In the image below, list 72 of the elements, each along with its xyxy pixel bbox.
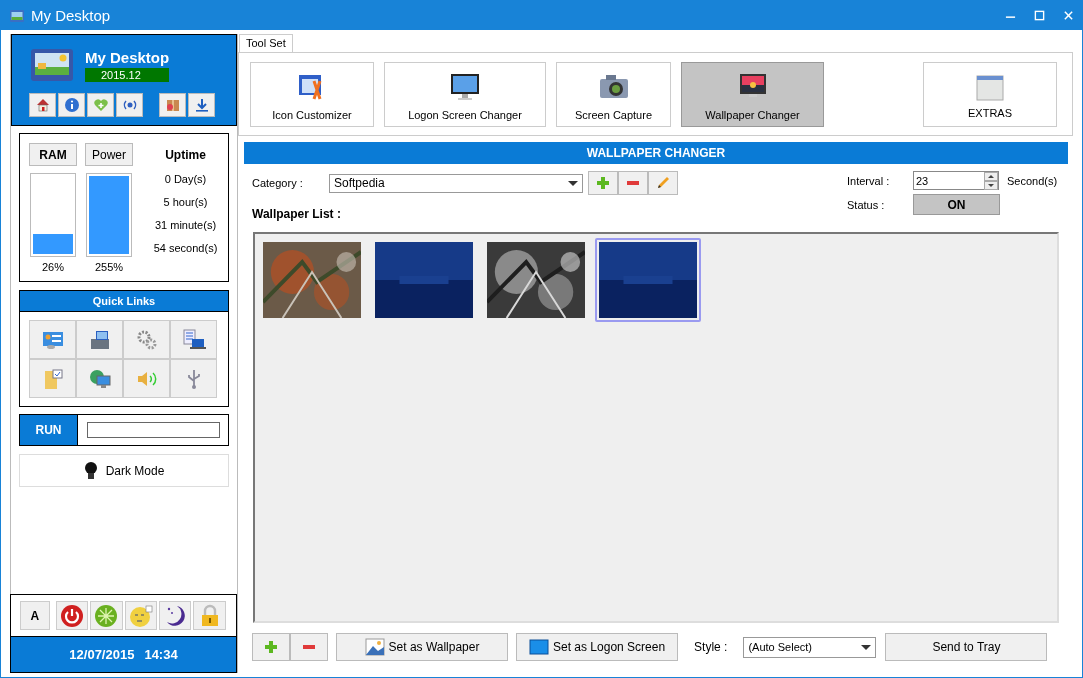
remove-wallpaper-button[interactable] [290,633,328,661]
window-icon [976,73,1004,101]
download-button[interactable] [188,93,215,117]
meter-button[interactable]: RAM [29,143,77,166]
remove-button[interactable] [618,171,648,195]
restart-button[interactable] [90,601,123,630]
status-toggle[interactable]: ON [913,194,1000,215]
tool-button[interactable]: Icon Customizer [250,61,374,127]
info-button[interactable] [58,93,85,117]
package-button[interactable] [159,93,186,117]
dark-mode-button[interactable]: Dark Mode [19,454,229,487]
task-list-computer-icon[interactable] [170,320,217,359]
plus-icon [263,639,279,655]
version-label: 2015.12 [85,67,170,82]
meter-button[interactable]: Power [85,143,133,166]
broadcast-button[interactable] [116,93,143,117]
category-dropdown[interactable]: Softpedia [329,173,583,193]
interval-label: Interval : [847,174,891,187]
window-title: My Desktop [31,7,111,24]
plus-icon [595,175,611,191]
monitor-icon [449,71,481,103]
home-button[interactable] [29,93,56,117]
tool-button[interactable]: Wallpaper Changer [681,61,824,127]
uptime-value: 5 hour(s) [163,196,208,208]
add-wallpaper-button[interactable] [252,633,290,661]
category-label: Category : [252,177,304,189]
date-label: 12/07/2015 [69,647,135,662]
pencil-icon [655,175,671,191]
action-button[interactable]: Set as Logon Screen [516,633,679,661]
power-button[interactable] [55,601,89,630]
style-dropdown[interactable]: (Auto Select) [743,636,877,658]
info-icon [63,97,80,113]
extras-button[interactable]: EXTRAS [923,61,1057,127]
image-icon [364,638,385,656]
light-bulb-icon [83,460,98,481]
quick-links-header: Quick Links [20,291,228,312]
download-icon [193,97,210,113]
usb-icon[interactable] [170,359,217,398]
close-icon[interactable] [1063,10,1074,21]
uptime-value: 31 minute(s) [154,219,217,231]
meter-reading: 26% [42,261,64,273]
font-button[interactable]: A [20,601,50,630]
computer-toolbox-icon[interactable] [76,320,123,359]
uptime-value: 54 second(s) [153,242,218,254]
wallpaper-list-label: Wallpaper List : [252,207,342,221]
tool-button[interactable]: Screen Capture [556,61,671,127]
box-icon [164,97,181,113]
add-button[interactable] [588,171,618,195]
meter-reading: 255% [94,261,124,273]
maximize-icon[interactable] [1034,10,1045,21]
run-label: RUN [20,415,78,445]
send-to-tray-button[interactable]: Send to Tray [885,633,1048,661]
uptime-title: Uptime [165,148,206,162]
control-panel-icon[interactable] [29,320,76,359]
time-label: 14:34 [144,647,178,662]
uptime-value: 0 Day(s) [164,173,207,185]
status-label: Status : [847,198,886,211]
network-globe-icon[interactable] [76,359,123,398]
tool-button[interactable]: Logon Screen Changer [384,61,546,127]
screen-icon [529,639,549,655]
heart-plus-icon [92,97,109,113]
app-icon [9,7,25,24]
tool-set-tab[interactable]: Tool Set [239,34,293,52]
gears-icon[interactable] [123,320,170,359]
moon-icon[interactable] [159,601,192,630]
style-label: Style : [694,640,728,654]
app-title: My Desktop [85,48,170,66]
interval-spinner[interactable]: 23 [913,171,999,190]
run-field[interactable] [87,422,220,438]
action-button[interactable]: Set as Wallpaper [336,633,508,661]
panel-header: WALLPAPER CHANGER [244,142,1068,164]
interval-unit: Second(s) [1007,174,1058,187]
